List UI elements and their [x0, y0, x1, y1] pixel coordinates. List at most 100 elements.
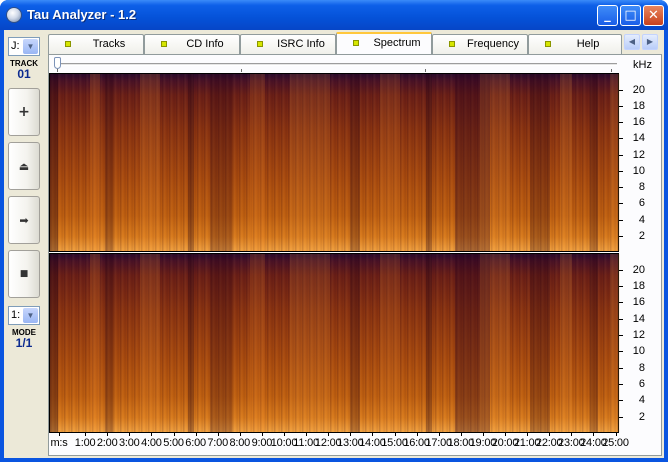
tick-label: 16 — [632, 116, 645, 129]
client-area: J: ▼ TRACK 01 + ⏏ ➡ ■ 1: ▼ MODE 1/1 Trac… — [4, 30, 664, 458]
tick-mark — [619, 367, 623, 369]
spectrogram-band — [560, 74, 572, 251]
close-button[interactable]: ✕ — [643, 5, 664, 26]
spectrogram-band — [426, 254, 432, 432]
title-bar[interactable]: Tau Analyzer - 1.2 _ □ ✕ — [0, 0, 668, 30]
spectrogram-band — [610, 254, 620, 432]
spectrogram-band — [50, 74, 58, 251]
time-tick — [107, 433, 109, 436]
spectrogram-band — [105, 254, 113, 432]
tab-scroll-left[interactable]: ◀ — [624, 34, 640, 50]
maximize-icon: □ — [624, 8, 637, 23]
time-tick — [350, 433, 352, 436]
tick-label: 6 — [638, 378, 645, 391]
spectrogram-band — [530, 74, 550, 251]
spectrogram-band — [590, 74, 598, 251]
spectrogram-band — [380, 254, 400, 432]
minimize-button[interactable]: _ — [597, 5, 618, 26]
position-slider-track[interactable] — [57, 63, 617, 66]
tick-mark — [619, 122, 623, 124]
spectrogram-band — [350, 254, 360, 432]
tick-label: 10 — [632, 164, 645, 177]
led-icon — [161, 41, 167, 47]
time-tick-label: 2:00 — [96, 437, 118, 449]
plus-icon: + — [18, 104, 30, 120]
tick-label: 20 — [632, 83, 645, 96]
spectrogram-band — [290, 74, 330, 251]
time-tick — [173, 433, 175, 436]
position-slider-thumb[interactable] — [54, 57, 61, 69]
time-tick-label: 3:00 — [118, 437, 140, 449]
stop-icon: ■ — [19, 269, 29, 279]
maximize-button[interactable]: □ — [620, 5, 641, 26]
tick-label: 8 — [638, 181, 645, 194]
tab-isrc-info[interactable]: ISRC Info — [240, 34, 336, 54]
slider-tick — [425, 69, 426, 72]
tick-mark — [619, 105, 623, 107]
tab-tracks[interactable]: Tracks — [48, 34, 144, 54]
tick-mark — [619, 302, 623, 304]
forward-button[interactable]: ➡ — [8, 196, 40, 244]
eject-button[interactable]: ⏏ — [8, 142, 40, 190]
mode-select[interactable]: 1: ▼ — [8, 306, 40, 325]
time-tick — [505, 433, 506, 436]
spectrogram-bands — [50, 74, 620, 251]
chevron-left-icon: ◀ — [628, 37, 636, 46]
tick-mark — [619, 335, 623, 337]
left-panel: J: ▼ TRACK 01 + ⏏ ➡ ■ 1: ▼ MODE 1/1 — [4, 30, 44, 458]
spectrum-page: kHz 20 18 16 14 12 10 8 6 4 2 20 18 16 14 12 10 8 6 4 2 m:s… — [48, 54, 662, 456]
tab-strip: Tracks CD Info ISRC Info Spectrum Freque… — [48, 32, 622, 54]
spectrogram-band — [210, 254, 232, 432]
tick-label: 4 — [638, 213, 645, 226]
time-axis: m:s 1:00 2:00 3:00 4:00 5:00 6:00 7:00 8:00 9:00 1… — [49, 433, 629, 455]
spectrogram-band — [250, 254, 265, 432]
tick-mark — [619, 138, 623, 140]
tick-mark — [619, 400, 623, 402]
add-button[interactable]: + — [8, 88, 40, 136]
time-tick — [593, 433, 595, 436]
stop-button[interactable]: ■ — [8, 250, 40, 298]
tab-spectrum[interactable]: Spectrum — [336, 32, 432, 54]
spectrogram-band — [380, 74, 400, 251]
time-tick-label: 5:00 — [163, 437, 184, 449]
time-tick-label: 9:00 — [251, 437, 273, 449]
track-number: 01 — [17, 67, 31, 81]
time-tick — [394, 433, 396, 436]
spectrogram-band — [90, 254, 100, 432]
tab-scroll-right[interactable]: ▶ — [642, 34, 658, 50]
chevron-down-icon[interactable]: ▼ — [23, 308, 38, 323]
spectrogram-band — [140, 254, 160, 432]
spectrogram-band — [426, 74, 432, 251]
chevron-down-icon[interactable]: ▼ — [23, 39, 38, 54]
tick-label: 12 — [632, 329, 645, 342]
tick-label: 14 — [632, 132, 645, 145]
tick-label: 2 — [638, 410, 645, 423]
tab-help[interactable]: Help — [528, 34, 622, 54]
minimize-icon: _ — [604, 8, 611, 23]
spectrogram-band — [350, 74, 360, 251]
led-icon — [545, 41, 551, 47]
time-tick — [372, 433, 374, 436]
chevron-right-icon: ▶ — [646, 37, 654, 46]
spectrogram-band — [188, 74, 194, 251]
tab-cd-info[interactable]: CD Info — [144, 34, 240, 54]
time-tick — [284, 433, 285, 436]
time-tick — [217, 433, 219, 436]
time-tick-label: 7:00 — [207, 437, 228, 449]
spectrogram-left-channel — [49, 73, 620, 252]
tick-mark — [619, 187, 623, 189]
time-tick — [151, 433, 153, 436]
tick-label: 20 — [632, 263, 645, 276]
tick-mark — [619, 154, 623, 156]
drive-value: J: — [11, 40, 20, 52]
tick-mark — [619, 318, 623, 320]
tick-label: 10 — [632, 345, 645, 358]
drive-select[interactable]: J: ▼ — [8, 37, 40, 56]
spectrogram-band — [90, 74, 100, 251]
spectrogram-band — [210, 74, 232, 251]
tick-label: 16 — [632, 296, 645, 309]
time-tick — [549, 433, 551, 436]
time-tick — [527, 433, 529, 436]
tab-label: Tracks — [92, 38, 126, 50]
tab-frequency[interactable]: Frequency — [432, 34, 528, 54]
